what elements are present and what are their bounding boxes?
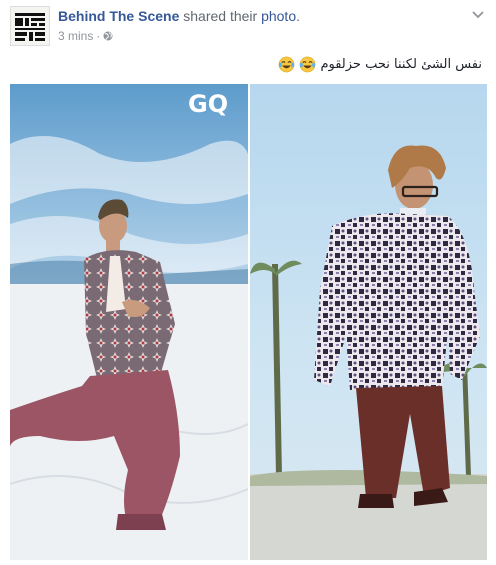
shared-text: shared their [183, 8, 258, 24]
photo-right-panel [250, 84, 487, 560]
page-name-link[interactable]: Behind The Scene [58, 8, 179, 24]
post-card: Behind The Scene shared their photo. 3 m… [0, 0, 496, 565]
laughing-tears-emoji-icon [279, 56, 295, 72]
magazine-logo: GQ [188, 90, 228, 118]
page-logo-icon [15, 13, 45, 41]
svg-text:GQ: GQ [188, 90, 228, 118]
photo-left-panel [10, 84, 249, 560]
post-title-line: Behind The Scene shared their photo. [58, 7, 300, 25]
timestamp-link[interactable]: 3 mins [58, 29, 93, 43]
photo-link[interactable]: photo [261, 8, 296, 24]
chevron-down-icon[interactable] [470, 6, 486, 22]
page-avatar[interactable] [10, 6, 50, 46]
globe-icon[interactable] [103, 31, 113, 41]
caption-text: نفس الشئ لكننا نحب حزلقوم [320, 56, 482, 72]
separator-dot: · [96, 29, 101, 43]
post-caption: نفس الشئ لكننا نحب حزلقوم [278, 54, 482, 74]
post-subline: 3 mins · [58, 29, 300, 43]
post-header: Behind The Scene shared their photo. 3 m… [10, 6, 486, 46]
post-photo[interactable]: GQ [10, 84, 487, 560]
post-meta: Behind The Scene shared their photo. 3 m… [58, 7, 300, 43]
laughing-tears-emoji-icon [300, 56, 316, 72]
period-text: . [296, 8, 301, 24]
